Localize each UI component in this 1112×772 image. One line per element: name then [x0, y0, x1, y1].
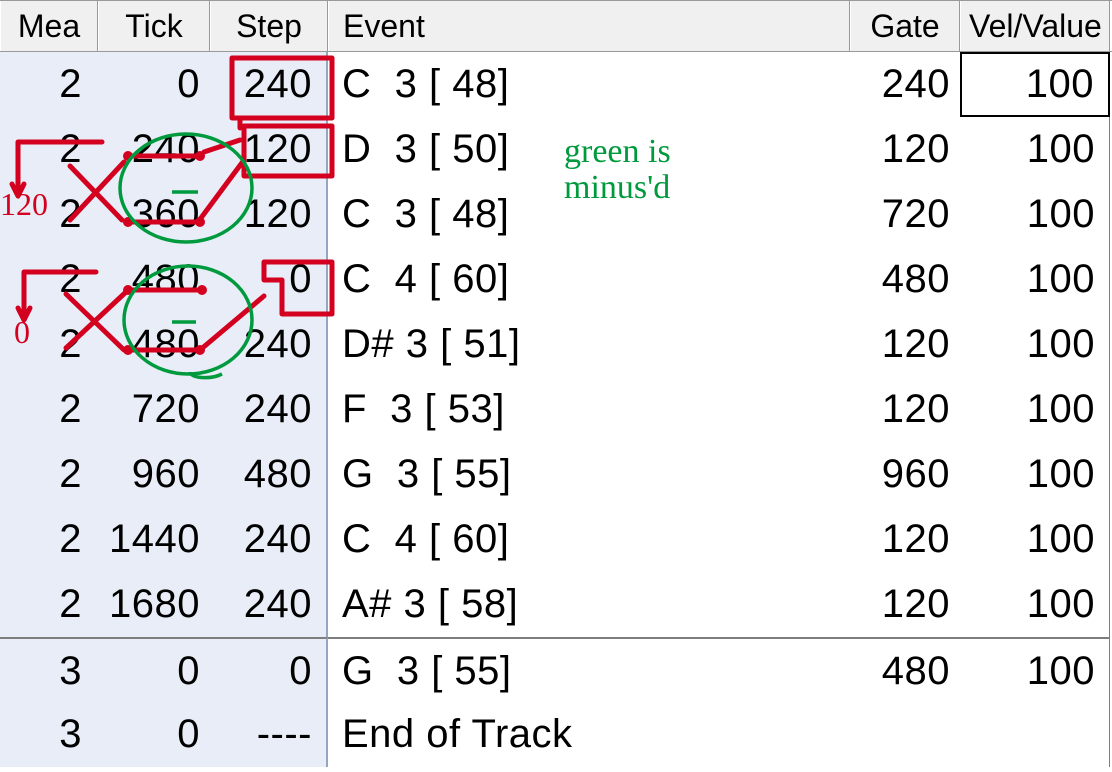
cell-event[interactable]: C 4 [ 60] — [328, 247, 850, 312]
cell-event[interactable]: F 3 [ 53] — [328, 377, 850, 442]
cell-step[interactable]: 240 — [210, 377, 328, 442]
cell-velvalue[interactable]: 100 — [960, 507, 1110, 572]
cell-tick[interactable]: 240 — [98, 117, 210, 182]
cell-gate[interactable]: 120 — [850, 117, 960, 182]
cell-gate[interactable]: 120 — [850, 507, 960, 572]
cell-tick[interactable]: 1440 — [98, 507, 210, 572]
cell-step[interactable]: 240 — [210, 52, 328, 117]
cell-tick[interactable]: 720 — [98, 377, 210, 442]
cell-measure[interactable]: 2 — [0, 377, 98, 442]
cell-tick[interactable]: 360 — [98, 182, 210, 247]
cell-step[interactable]: 240 — [210, 572, 328, 637]
cell-gate[interactable]: 480 — [850, 637, 960, 702]
cell-velvalue[interactable]: 100 — [960, 247, 1110, 312]
col-event[interactable]: Event — [328, 1, 850, 51]
cell-measure[interactable]: 2 — [0, 117, 98, 182]
cell-step[interactable]: 120 — [210, 182, 328, 247]
cell-step[interactable]: 240 — [210, 312, 328, 377]
cell-velvalue[interactable]: 100 — [960, 312, 1110, 377]
annotation-green-text: green is minus'd — [564, 134, 724, 205]
table-body: 20240C 3 [ 48]2401002240120D 3 [ 50]1201… — [0, 52, 1112, 767]
cell-measure[interactable]: 2 — [0, 507, 98, 572]
cell-gate[interactable]: 960 — [850, 442, 960, 507]
cell-velvalue[interactable]: 100 — [960, 117, 1110, 182]
cell-measure[interactable]: 3 — [0, 702, 98, 767]
table-row[interactable]: 21440240C 4 [ 60]120100 — [0, 507, 1112, 572]
cell-tick[interactable]: 960 — [98, 442, 210, 507]
cell-tick[interactable]: 0 — [98, 52, 210, 117]
midi-event-list: Mea Tick Step Event Gate Vel/Value 20240… — [0, 0, 1112, 772]
cell-event[interactable]: G 3 [ 55] — [328, 637, 850, 702]
table-row[interactable]: 2240120D 3 [ 50]120100 — [0, 117, 1112, 182]
col-measure[interactable]: Mea — [0, 1, 98, 51]
cell-step[interactable]: 0 — [210, 247, 328, 312]
table-row[interactable]: 20240C 3 [ 48]240100 — [0, 52, 1112, 117]
cell-step[interactable]: ---- — [210, 702, 328, 767]
col-step[interactable]: Step — [210, 1, 328, 51]
cell-velvalue[interactable]: 100 — [960, 52, 1110, 117]
cell-gate[interactable]: 480 — [850, 247, 960, 312]
cell-velvalue[interactable]: 100 — [960, 377, 1110, 442]
annotation-120-label: 120 — [0, 188, 48, 222]
table-row[interactable]: 21680240A# 3 [ 58]120100 — [0, 572, 1112, 637]
col-tick[interactable]: Tick — [98, 1, 210, 51]
cell-gate[interactable]: 240 — [850, 52, 960, 117]
cell-step[interactable]: 120 — [210, 117, 328, 182]
table-row[interactable]: 2720240F 3 [ 53]120100 — [0, 377, 1112, 442]
cell-tick[interactable]: 0 — [98, 637, 210, 702]
cell-event[interactable]: End of Track — [328, 702, 850, 767]
table-row[interactable]: 300G 3 [ 55]480100 — [0, 637, 1112, 702]
cell-gate[interactable] — [850, 702, 960, 767]
cell-velvalue[interactable]: 100 — [960, 637, 1110, 702]
cell-event[interactable]: C 4 [ 60] — [328, 507, 850, 572]
cell-gate[interactable]: 120 — [850, 572, 960, 637]
table-header: Mea Tick Step Event Gate Vel/Value — [0, 0, 1112, 52]
cell-tick[interactable]: 1680 — [98, 572, 210, 637]
table-row[interactable]: 30----End of Track — [0, 702, 1112, 767]
cell-velvalue[interactable]: 100 — [960, 442, 1110, 507]
annotation-0-label: 0 — [14, 316, 30, 350]
cell-gate[interactable]: 720 — [850, 182, 960, 247]
col-velvalue[interactable]: Vel/Value — [960, 1, 1110, 51]
cell-gate[interactable]: 120 — [850, 312, 960, 377]
table-row[interactable]: 2360120C 3 [ 48]720100 — [0, 182, 1112, 247]
cell-event[interactable]: A# 3 [ 58] — [328, 572, 850, 637]
cell-event[interactable]: G 3 [ 55] — [328, 442, 850, 507]
cell-measure[interactable]: 2 — [0, 247, 98, 312]
cell-velvalue[interactable]: 100 — [960, 572, 1110, 637]
cell-measure[interactable]: 3 — [0, 637, 98, 702]
cell-tick[interactable]: 480 — [98, 247, 210, 312]
table-row[interactable]: 2480240D# 3 [ 51]120100 — [0, 312, 1112, 377]
table-row[interactable]: 2960480G 3 [ 55]960100 — [0, 442, 1112, 507]
cell-event[interactable]: C 3 [ 48] — [328, 52, 850, 117]
cell-tick[interactable]: 0 — [98, 702, 210, 767]
cell-measure[interactable]: 2 — [0, 442, 98, 507]
col-gate[interactable]: Gate — [850, 1, 960, 51]
cell-step[interactable]: 0 — [210, 637, 328, 702]
cell-measure[interactable]: 2 — [0, 52, 98, 117]
cell-tick[interactable]: 480 — [98, 312, 210, 377]
cell-step[interactable]: 480 — [210, 442, 328, 507]
cell-measure[interactable]: 2 — [0, 572, 98, 637]
cell-velvalue[interactable]: 100 — [960, 182, 1110, 247]
cell-event[interactable]: D# 3 [ 51] — [328, 312, 850, 377]
cell-step[interactable]: 240 — [210, 507, 328, 572]
table-row[interactable]: 24800C 4 [ 60]480100 — [0, 247, 1112, 312]
cell-gate[interactable]: 120 — [850, 377, 960, 442]
cell-velvalue[interactable] — [960, 702, 1110, 767]
